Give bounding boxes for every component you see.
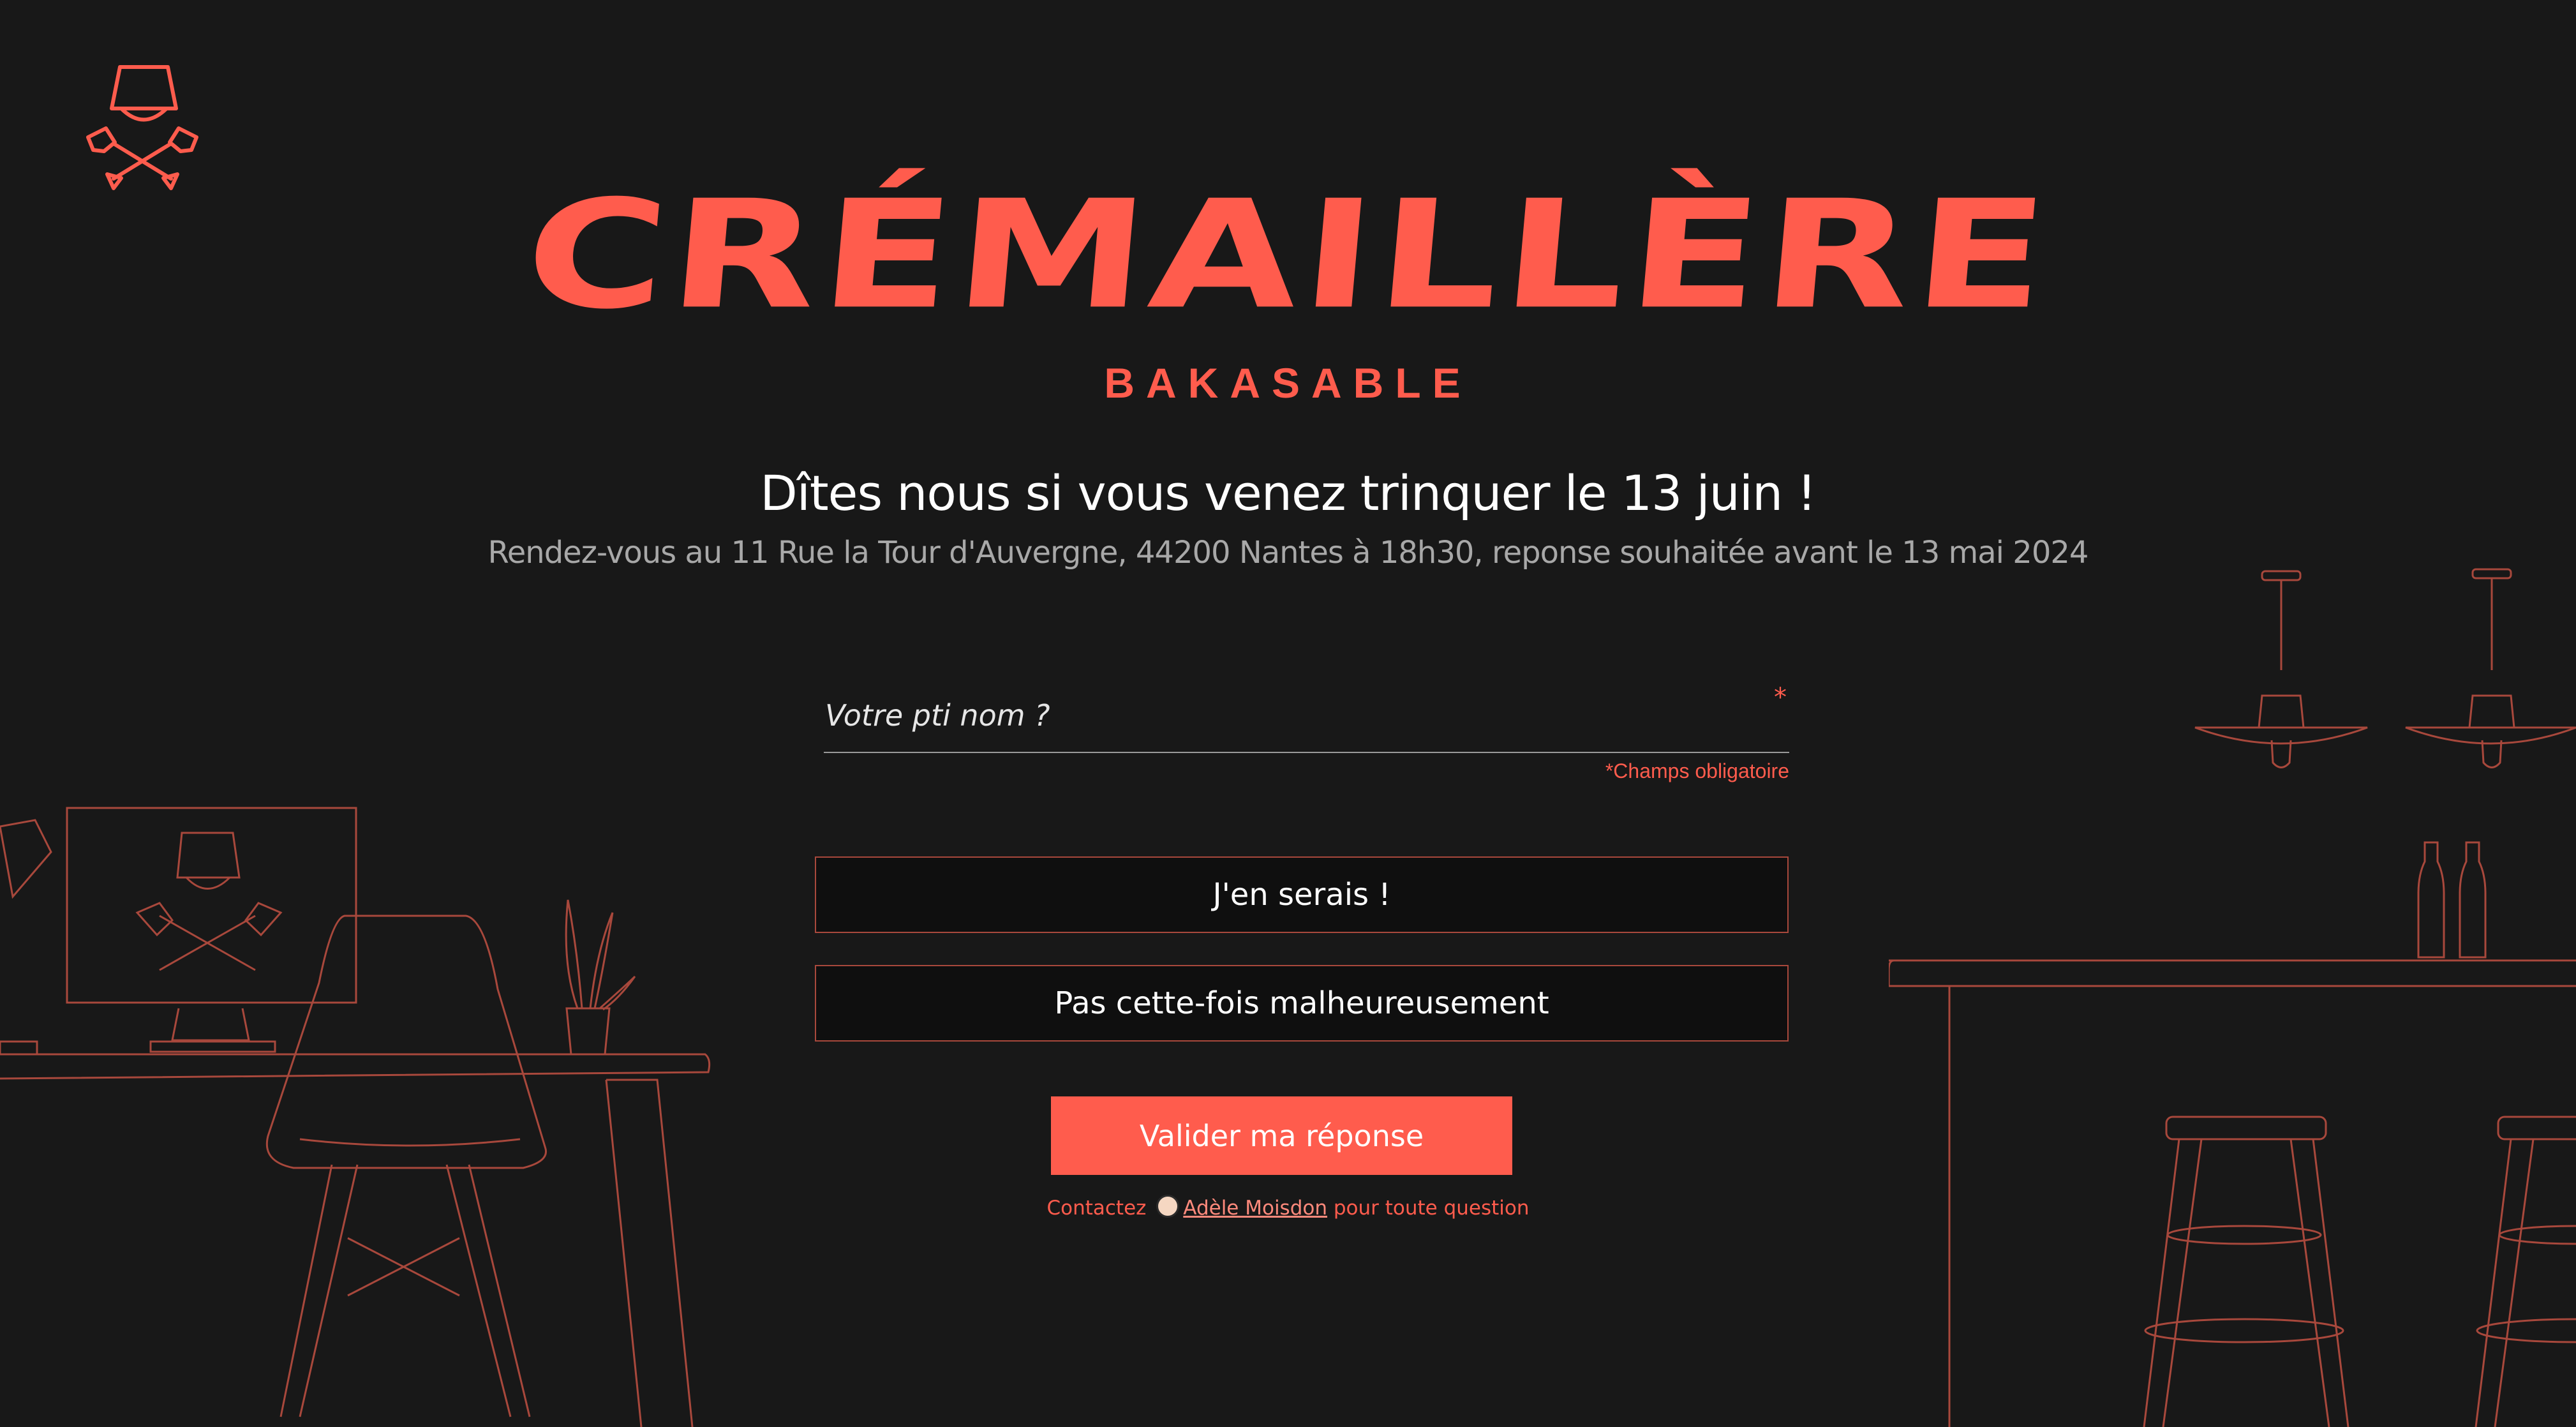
name-input[interactable] [824,683,1752,748]
option-yes-button[interactable]: J'en serais ! [815,856,1789,933]
desk-scene-illustration [0,807,711,1427]
page-headline: Dîtes nous si vous venez trinquer le 13 … [760,465,1817,521]
brand-title: CRÉMAILLÈRE [518,168,2058,342]
option-no-button[interactable]: Pas cette-fois malheureusement [815,965,1789,1042]
contact-suffix: pour toute question [1333,1197,1530,1220]
required-star: * [1774,683,1787,712]
submit-button[interactable]: Valider ma réponse [1051,1096,1512,1175]
avatar-icon [1156,1195,1180,1218]
name-field: * [824,683,1789,753]
contact-line: Contactez Adèle Moisdon pour toute quest… [0,1195,2576,1220]
rsvp-page: CRÉMAILLÈRE BAKASABLE Dîtes nous si vous… [0,0,2576,1427]
contact-link[interactable]: Adèle Moisdon [1183,1197,1327,1220]
event-details: Rendez-vous au 11 Rue la Tour d'Auvergne… [488,535,2089,571]
bar-scene-illustration [1889,568,2576,1427]
brand-subtitle: BAKASABLE [1104,359,1472,407]
lamp-shovels-logo-icon [86,65,198,190]
contact-prefix: Contactez [1046,1197,1147,1220]
required-note: *Champs obligatoire [1605,759,1789,782]
